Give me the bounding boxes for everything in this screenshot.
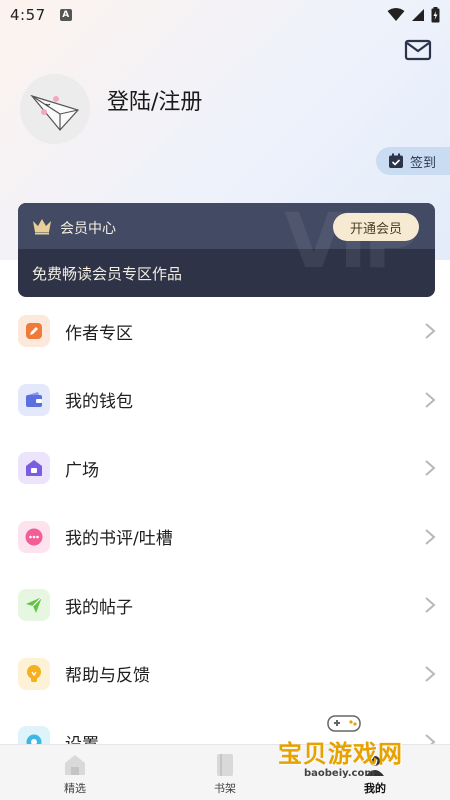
vip-subtitle: 免费畅读会员专区作品: [32, 265, 183, 283]
menu-label: 我的书评/吐槽: [65, 529, 173, 550]
tab-mine[interactable]: 我的: [300, 745, 450, 800]
menu-item-square[interactable]: 广场: [0, 434, 450, 503]
tab-label: 精选: [64, 782, 86, 795]
chevron-right-icon: [425, 323, 436, 340]
wallet-icon: [18, 383, 50, 416]
menu-item-help[interactable]: 帮助与反馈: [0, 640, 450, 709]
menu-label: 我的钱包: [65, 392, 133, 413]
avatar[interactable]: [20, 74, 90, 144]
menu-item-reviews[interactable]: 我的书评/吐槽: [0, 503, 450, 572]
house-icon: [65, 755, 85, 775]
book-icon: [217, 754, 233, 776]
tab-featured[interactable]: 精选: [0, 745, 150, 800]
paper-plane-icon: [18, 589, 50, 622]
open-vip-button[interactable]: 开通会员: [333, 213, 419, 241]
notification-a-icon: A: [59, 9, 72, 21]
vip-center-label: 会员中心: [60, 221, 116, 237]
chevron-right-icon: [425, 597, 436, 614]
vip-card[interactable]: VIP 会员中心 开通会员 免费畅读会员专区作品: [18, 203, 435, 297]
menu-item-posts[interactable]: 我的帖子: [0, 571, 450, 640]
checkin-label: 签到: [410, 155, 437, 171]
lightbulb-icon: [18, 657, 50, 690]
menu-item-author[interactable]: 作者专区: [0, 297, 450, 366]
tab-label: 我的: [364, 782, 386, 795]
checkin-button[interactable]: 签到: [376, 147, 450, 175]
bottom-tab-bar: 精选 书架 我的: [0, 744, 450, 800]
tab-bookshelf[interactable]: 书架: [150, 745, 300, 800]
calendar-check-icon: [389, 153, 403, 168]
home-icon: [18, 452, 50, 485]
status-bar: 4:57 A: [0, 0, 450, 30]
signal-icon: [412, 9, 424, 21]
menu-list: 作者专区 我的钱包 广场 我的书评/吐槽 我的帖子 帮助与反馈: [0, 297, 450, 777]
mail-icon[interactable]: [404, 38, 432, 62]
menu-label: 帮助与反馈: [65, 666, 150, 687]
menu-label: 广场: [65, 460, 99, 481]
chevron-right-icon: [425, 391, 436, 408]
menu-label: 我的帖子: [65, 597, 133, 618]
login-register-link[interactable]: 登陆/注册: [107, 84, 202, 116]
battery-icon: [431, 7, 440, 23]
chevron-right-icon: [425, 665, 436, 682]
pencil-icon: [18, 315, 50, 348]
crown-icon: [33, 219, 51, 235]
chevron-right-icon: [425, 528, 436, 545]
wifi-icon: [387, 8, 405, 21]
chevron-right-icon: [425, 460, 436, 477]
status-time: 4:57: [10, 6, 46, 24]
user-icon: [366, 756, 384, 776]
tab-label: 书架: [214, 782, 236, 795]
chat-bubble-icon: [18, 520, 50, 553]
status-icons: [387, 7, 440, 23]
menu-label: 作者专区: [65, 323, 133, 344]
menu-item-wallet[interactable]: 我的钱包: [0, 366, 450, 435]
paper-plane-avatar-icon: [20, 74, 90, 144]
